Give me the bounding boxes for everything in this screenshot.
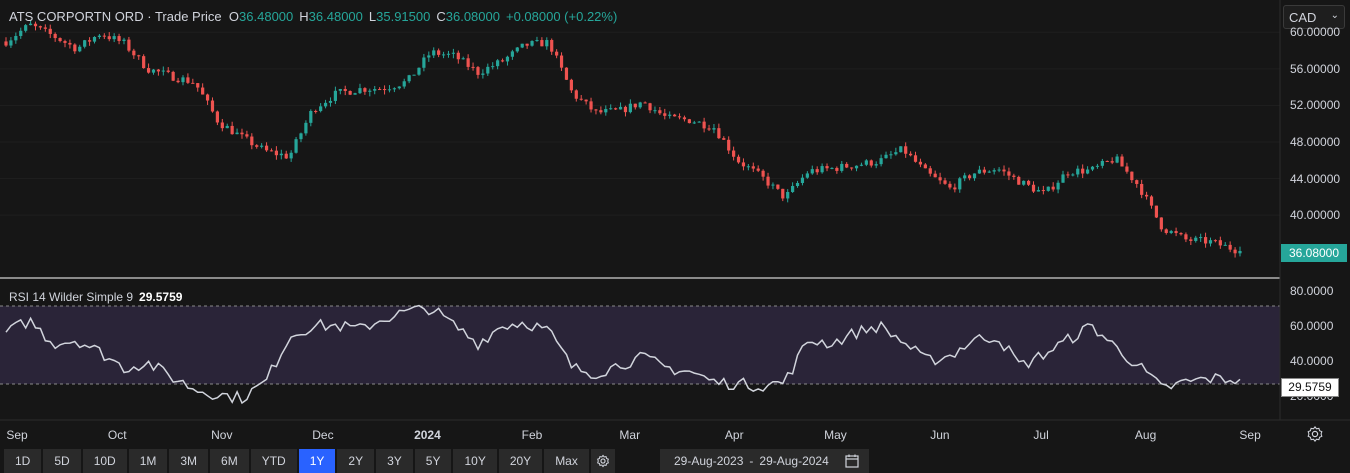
legend-high-key: H bbox=[299, 9, 309, 24]
candle bbox=[1154, 205, 1159, 219]
range-button-10d[interactable]: 10D bbox=[82, 449, 127, 473]
candle bbox=[417, 67, 421, 76]
date-range-picker[interactable]: 29-Aug-2023-29-Aug-2024 bbox=[660, 449, 869, 473]
candle bbox=[564, 67, 569, 81]
chart-canvas[interactable] bbox=[0, 0, 1350, 473]
range-button-ytd[interactable]: YTD bbox=[250, 449, 297, 473]
price-tick-label: 44.00000 bbox=[1290, 171, 1341, 186]
price-tick-label: 56.00000 bbox=[1290, 61, 1341, 76]
chevron-down-icon: ⌄ bbox=[1330, 10, 1339, 21]
date-from: 29-Aug-2023 bbox=[674, 454, 744, 468]
date-to: 29-Aug-2024 bbox=[759, 454, 829, 468]
time-tick-label: Dec bbox=[312, 428, 334, 442]
time-tick-label: Nov bbox=[211, 428, 233, 442]
candle bbox=[687, 118, 691, 124]
time-tick-label: May bbox=[824, 428, 847, 442]
price-tick-label: 40.00000 bbox=[1290, 208, 1341, 223]
range-button-3m[interactable]: 3M bbox=[169, 449, 209, 473]
legend-symbol: ATS CORPORTN ORD bbox=[9, 9, 144, 24]
price-tick-label: 52.00000 bbox=[1290, 98, 1341, 113]
range-button-6m[interactable]: 6M bbox=[210, 449, 249, 473]
rsi-tick-label: 80.0000 bbox=[1290, 283, 1334, 298]
range-button-3y[interactable]: 3Y bbox=[376, 449, 413, 473]
time-tick-label: Aug bbox=[1134, 428, 1157, 442]
candle bbox=[294, 136, 298, 154]
settings-icon[interactable] bbox=[1306, 425, 1324, 443]
legend-open-key: O bbox=[228, 9, 240, 24]
legend-separator: · bbox=[147, 9, 152, 24]
last-price-tag: 36.08000 bbox=[1281, 244, 1347, 262]
candle bbox=[142, 54, 146, 69]
time-tick-label: Oct bbox=[107, 428, 127, 442]
rsi-value-tag: 29.5759 bbox=[1281, 378, 1339, 397]
date-separator: - bbox=[749, 454, 754, 468]
time-tick-label: Jul bbox=[1033, 428, 1049, 442]
time-tick-label: Feb bbox=[521, 428, 543, 442]
rsi-band bbox=[0, 306, 1280, 384]
range-button-max[interactable]: Max bbox=[544, 449, 589, 473]
price-tick-label: 60.00000 bbox=[1290, 25, 1341, 40]
rsi-legend: RSI 14 Wilder Simple 9 29.5759 bbox=[9, 290, 182, 304]
candle bbox=[348, 90, 352, 96]
currency-value: CAD bbox=[1289, 10, 1317, 25]
time-tick-label: Sep bbox=[1239, 428, 1261, 442]
range-button-1m[interactable]: 1M bbox=[128, 449, 168, 473]
candle bbox=[1017, 175, 1021, 185]
legend-change: +0.08000 (+0.22%) bbox=[505, 9, 618, 24]
time-tick-label: Apr bbox=[724, 428, 744, 442]
range-button-1y[interactable]: 1Y bbox=[298, 449, 336, 473]
range-button-10y[interactable]: 10Y bbox=[453, 449, 497, 473]
legend-low: 35.91500 bbox=[376, 9, 431, 24]
legend-close: 36.08000 bbox=[445, 9, 500, 24]
time-tick-label: Sep bbox=[6, 428, 28, 442]
range-button-1d[interactable]: 1D bbox=[4, 449, 42, 473]
time-tick-label: 2024 bbox=[414, 428, 441, 442]
rsi-label: RSI 14 Wilder Simple 9 bbox=[9, 290, 134, 304]
candle bbox=[899, 146, 903, 153]
range-button-5d[interactable]: 5D bbox=[43, 449, 81, 473]
gear-icon[interactable] bbox=[590, 449, 615, 473]
legend-close-key: C bbox=[436, 9, 446, 24]
legend-high: 36.48000 bbox=[308, 9, 363, 24]
candle bbox=[412, 74, 416, 76]
price-legend: ATS CORPORTN ORD · Trade Price O36.48000… bbox=[9, 9, 623, 24]
price-tick-label: 48.00000 bbox=[1290, 135, 1341, 149]
calendar-icon[interactable] bbox=[845, 454, 859, 468]
candle bbox=[520, 43, 524, 49]
rsi-tick-label: 40.0000 bbox=[1290, 353, 1334, 368]
range-button-2y[interactable]: 2Y bbox=[337, 449, 375, 473]
rsi-tick-label: 60.0000 bbox=[1290, 318, 1334, 333]
range-button-20y[interactable]: 20Y bbox=[498, 449, 543, 473]
legend-open: 36.48000 bbox=[239, 9, 294, 24]
rsi-value: 29.5759 bbox=[139, 290, 183, 304]
range-toolbar: 1D 5D 10D 1M 3M 6M YTD 1Y 2Y 3Y 5Y 10Y 20Y Max bbox=[4, 449, 615, 473]
time-tick-label: Mar bbox=[619, 428, 641, 442]
range-button-5y[interactable]: 5Y bbox=[414, 449, 452, 473]
candle bbox=[171, 70, 175, 82]
legend-series-type: Trade Price bbox=[154, 9, 222, 24]
time-tick-label: Jun bbox=[930, 428, 950, 442]
